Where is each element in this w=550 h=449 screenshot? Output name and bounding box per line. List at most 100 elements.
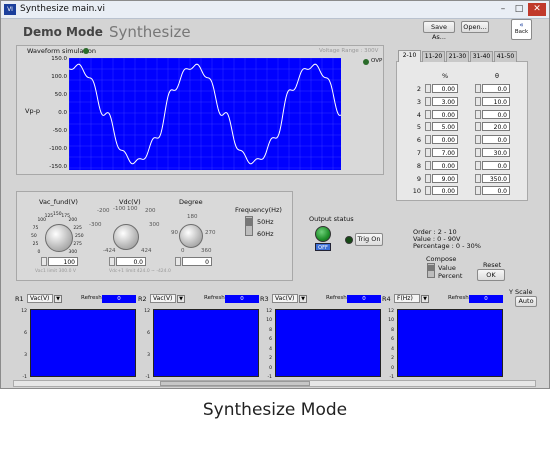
compose-switch[interactable] bbox=[427, 263, 435, 278]
vac-scale-tick: 250 bbox=[75, 234, 84, 239]
minimize-icon[interactable]: – bbox=[496, 3, 510, 16]
trig-led-icon bbox=[345, 236, 353, 244]
chevron-down-icon[interactable]: ▼ bbox=[177, 295, 185, 303]
percent-field[interactable]: 3.00 bbox=[432, 96, 458, 106]
theta-spinner[interactable] bbox=[475, 84, 481, 93]
tab-harmonics-21-30[interactable]: 21-30 bbox=[446, 51, 469, 62]
theta-field[interactable]: 0.0 bbox=[482, 160, 510, 170]
percent-field[interactable]: 9.00 bbox=[432, 173, 458, 183]
vac-knob[interactable] bbox=[45, 224, 73, 252]
vdc-scale-neg424: -424 bbox=[103, 248, 116, 254]
percent-field[interactable]: 0.00 bbox=[432, 84, 458, 93]
theta-field[interactable]: 350.0 bbox=[482, 173, 510, 183]
open-button[interactable]: Open... bbox=[461, 21, 489, 33]
output-led-button[interactable] bbox=[315, 226, 331, 242]
percent-spinner[interactable] bbox=[425, 96, 431, 106]
chart-select[interactable]: Vac(V) bbox=[272, 294, 298, 303]
theta-spinner[interactable] bbox=[475, 173, 481, 183]
percent-spinner[interactable] bbox=[425, 135, 431, 145]
refresh-value[interactable]: 0 bbox=[347, 295, 381, 303]
chart-ytick: 12 bbox=[266, 309, 272, 314]
theta-field[interactable]: 0.0 bbox=[482, 135, 510, 145]
chevron-down-icon[interactable]: ▼ bbox=[421, 295, 429, 303]
horizontal-scrollbar[interactable] bbox=[13, 380, 536, 387]
percent-spinner[interactable] bbox=[425, 160, 431, 170]
vac-scale-tick: 75 bbox=[32, 225, 39, 231]
deg-scale-270: 270 bbox=[205, 230, 216, 236]
chart-ytick: 10 bbox=[266, 318, 272, 324]
theta-spinner[interactable] bbox=[475, 135, 481, 145]
refresh-value[interactable]: 0 bbox=[102, 295, 136, 303]
chart-select[interactable]: Vac(V) bbox=[27, 294, 53, 303]
vac-value[interactable]: 100 bbox=[48, 257, 78, 266]
theta-spinner[interactable] bbox=[475, 109, 481, 119]
percent-field[interactable]: 7.00 bbox=[432, 148, 458, 157]
degree-value[interactable]: 0 bbox=[182, 257, 212, 266]
percent-spinner[interactable] bbox=[425, 173, 431, 183]
chart-ytick: 4 bbox=[269, 346, 272, 352]
theta-field[interactable]: 20.0 bbox=[482, 122, 510, 132]
ok-button[interactable]: OK bbox=[477, 269, 505, 281]
chart-id: R2 bbox=[138, 295, 147, 303]
scrollbar-thumb[interactable] bbox=[160, 381, 310, 386]
percent-spinner[interactable] bbox=[425, 148, 431, 157]
harmonic-order: 2 bbox=[416, 85, 421, 93]
tab-harmonics-11-20[interactable]: 11-20 bbox=[422, 51, 445, 62]
percent-field[interactable]: 0.00 bbox=[432, 135, 458, 145]
theta-spinner[interactable] bbox=[475, 186, 481, 196]
percent-spinner[interactable] bbox=[425, 186, 431, 196]
vac-scale-tick: 100 bbox=[37, 218, 47, 224]
percent-field[interactable]: 0.00 bbox=[432, 186, 458, 196]
theta-field[interactable]: 0.0 bbox=[482, 186, 510, 196]
refresh-value[interactable]: 0 bbox=[225, 295, 259, 303]
chart-select[interactable]: Vac(V) bbox=[150, 294, 176, 303]
vdc-value[interactable]: 0.0 bbox=[116, 257, 146, 266]
chart-ytick: 8 bbox=[269, 327, 272, 333]
refresh-value[interactable]: 0 bbox=[469, 295, 503, 303]
freq-50hz: 50Hz bbox=[257, 218, 274, 226]
degree-knob[interactable] bbox=[179, 224, 203, 248]
trig-on-button[interactable]: Trig On bbox=[355, 233, 383, 246]
theta-field[interactable]: 0.0 bbox=[482, 109, 510, 119]
auto-button[interactable]: Auto bbox=[515, 296, 537, 307]
percent-spinner[interactable] bbox=[425, 84, 431, 93]
caption: Synthesize Mode bbox=[202, 400, 348, 420]
chevron-down-icon[interactable]: ▼ bbox=[54, 295, 62, 303]
degree-spinner[interactable] bbox=[175, 257, 181, 266]
theta-field[interactable]: 10.0 bbox=[482, 96, 510, 106]
tab-harmonics-2-10[interactable]: 2-10 bbox=[398, 50, 421, 62]
percent-field[interactable]: 0.00 bbox=[432, 109, 458, 119]
vdc-spinner[interactable] bbox=[109, 257, 115, 266]
save-as-button[interactable]: Save As... bbox=[423, 21, 455, 41]
tab-harmonics-41-50[interactable]: 41-50 bbox=[494, 51, 517, 62]
frequency-switch[interactable] bbox=[245, 216, 253, 236]
chart-ytick: 0 bbox=[269, 365, 272, 371]
theta-spinner[interactable] bbox=[475, 122, 481, 132]
theta-spinner[interactable] bbox=[475, 148, 481, 157]
back-button[interactable]: « Back bbox=[511, 19, 532, 40]
percent-field[interactable]: 5.00 bbox=[432, 122, 458, 132]
percent-spinner[interactable] bbox=[425, 109, 431, 119]
tab-harmonics-31-40[interactable]: 31-40 bbox=[470, 51, 493, 62]
percent-spinner[interactable] bbox=[425, 122, 431, 132]
theta-field[interactable]: 30.0 bbox=[482, 148, 510, 157]
vdc-knob[interactable] bbox=[113, 224, 139, 250]
reset-label: Reset bbox=[483, 261, 502, 269]
vac-spinner[interactable] bbox=[41, 257, 47, 266]
harmonic-row: 9 9.00 350.0 bbox=[397, 173, 527, 184]
harmonic-row: 4 0.00 0.0 bbox=[397, 109, 527, 120]
chevron-down-icon[interactable]: ▼ bbox=[299, 295, 307, 303]
theta-spinner[interactable] bbox=[475, 96, 481, 106]
percent-field[interactable]: 0.00 bbox=[432, 160, 458, 170]
close-icon[interactable]: ✕ bbox=[528, 3, 546, 16]
theta-field[interactable]: 0.0 bbox=[482, 84, 510, 93]
output-off-button[interactable]: OFF bbox=[315, 243, 331, 251]
waveform-ytick: -150.0 bbox=[49, 164, 67, 170]
freq-60hz: 60Hz bbox=[257, 230, 274, 238]
chart-ytick: 10 bbox=[388, 318, 394, 324]
maximize-icon[interactable]: □ bbox=[512, 3, 526, 16]
chart-select[interactable]: F(Hz) bbox=[394, 294, 420, 303]
vdc-scale-min: -200 bbox=[97, 208, 110, 214]
yscale-label: Y Scale bbox=[509, 288, 533, 296]
theta-spinner[interactable] bbox=[475, 160, 481, 170]
